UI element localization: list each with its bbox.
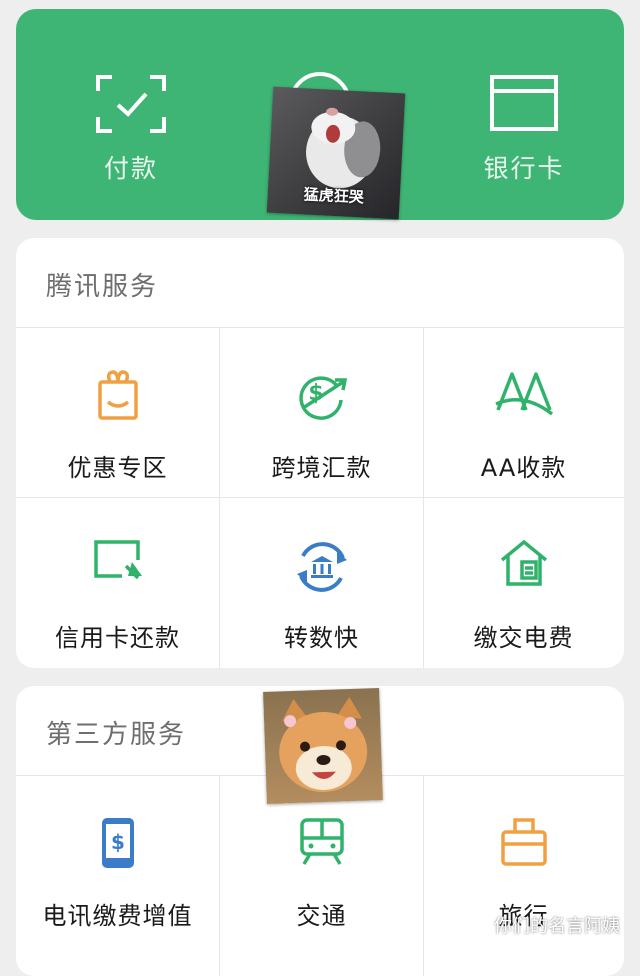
bank-cycle-icon xyxy=(293,538,351,600)
service-label: 信用卡还款 xyxy=(55,624,180,652)
svg-text:$: $ xyxy=(111,830,125,854)
service-label: 跨境汇款 xyxy=(271,454,372,482)
service-cross-border-remittance[interactable]: $ 跨境汇款 xyxy=(219,327,424,498)
pay-label: 付款 xyxy=(103,154,158,183)
service-transport[interactable]: 交通 xyxy=(219,775,424,976)
service-label: 缴交电费 xyxy=(473,624,574,652)
service-telecom-topup[interactable]: $ 电讯缴费增值 xyxy=(16,775,219,976)
aa-icon xyxy=(494,368,554,424)
service-label: 交通 xyxy=(296,902,347,930)
credit-card-icon xyxy=(92,538,144,586)
global-dollar-icon: $ xyxy=(293,368,351,426)
phone-dollar-icon: $ xyxy=(98,816,138,874)
service-label: 优惠专区 xyxy=(67,454,168,482)
section-title: 第三方服务 xyxy=(46,720,187,750)
tencent-services-section: 腾讯服务 优惠专区 $ 跨境汇款 AA收款 信用卡还款 转数快 缴交电费 xyxy=(16,238,624,668)
train-icon xyxy=(296,816,348,870)
house-bill-icon xyxy=(498,538,550,592)
watermark: 你们的名言阿姨 xyxy=(468,912,620,938)
service-discount-zone[interactable]: 优惠专区 xyxy=(16,327,219,498)
service-electricity-bill[interactable]: 缴交电费 xyxy=(422,497,624,668)
luggage-icon xyxy=(499,816,549,872)
service-travel[interactable]: 旅行 xyxy=(422,775,624,976)
svg-text:$: $ xyxy=(308,381,323,406)
shiba-sticker xyxy=(263,688,383,804)
gift-bag-icon xyxy=(94,368,142,426)
scan-check-icon xyxy=(96,75,166,137)
service-label: AA收款 xyxy=(480,454,567,482)
pay-button[interactable]: 付款 xyxy=(31,9,231,220)
service-fps[interactable]: 转数快 xyxy=(219,497,424,668)
cat-sticker: 猛虎狂哭 xyxy=(266,86,406,220)
section-title: 腾讯服务 xyxy=(46,272,159,302)
service-aa-collection[interactable]: AA收款 xyxy=(422,327,624,498)
bank-card-icon xyxy=(490,75,558,135)
service-credit-card-repayment[interactable]: 信用卡还款 xyxy=(16,497,219,668)
service-label: 电讯缴费增值 xyxy=(42,902,193,930)
service-label: 转数快 xyxy=(284,624,359,652)
chat-bubble-icon xyxy=(468,915,490,936)
bank-card-label: 银行卡 xyxy=(483,154,565,183)
bank-card-button[interactable]: 银行卡 xyxy=(424,9,624,220)
watermark-text: 你们的名言阿姨 xyxy=(494,916,620,937)
